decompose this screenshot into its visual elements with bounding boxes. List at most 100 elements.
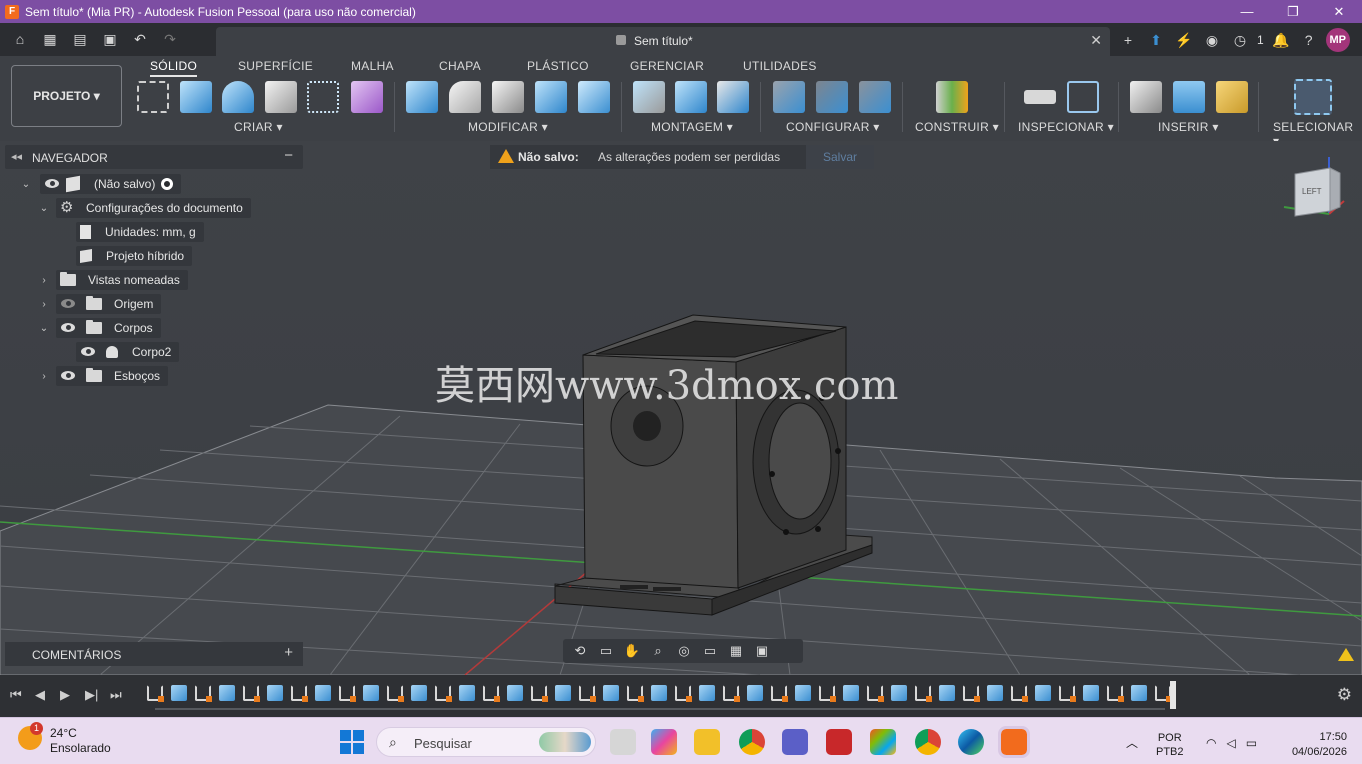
zoom-icon[interactable]: ⌕ xyxy=(647,643,669,659)
timeline-sketch-icon[interactable] xyxy=(1155,685,1172,702)
restore-button[interactable]: ❐ xyxy=(1270,0,1316,23)
bell-icon[interactable]: 🔔 xyxy=(1270,30,1292,50)
timeline-settings-icon[interactable]: ⚙ xyxy=(1337,685,1352,705)
timeline-extrude-icon[interactable] xyxy=(1083,685,1099,701)
timeline-extrude-icon[interactable] xyxy=(363,685,379,701)
timeline-extrude-icon[interactable] xyxy=(171,685,187,701)
timeline-sketch-icon[interactable] xyxy=(675,685,692,702)
online-status-icon[interactable]: ◉ xyxy=(1201,30,1223,50)
eye-hidden-icon[interactable] xyxy=(60,299,76,309)
inspect-group-label[interactable]: INSPECIONAR ▾ xyxy=(1018,120,1114,134)
chrome-icon[interactable] xyxy=(915,729,941,755)
new-component-assembly-icon[interactable] xyxy=(675,81,707,113)
timeline-extrude-icon[interactable] xyxy=(1035,685,1051,701)
timeline-sketch-icon[interactable] xyxy=(579,685,596,702)
close-window-button[interactable]: ✕ xyxy=(1316,0,1362,23)
tree-row-root[interactable]: ⌄ (Não salvo) xyxy=(20,174,182,194)
chevron-down-icon[interactable]: ⌄ xyxy=(38,203,50,214)
pattern-icon[interactable] xyxy=(307,81,339,113)
undo-icon[interactable]: ↶ xyxy=(130,29,150,49)
extrude-icon[interactable] xyxy=(180,81,212,113)
fusion-taskbar-icon[interactable] xyxy=(998,726,1030,758)
timeline-sketch-icon[interactable] xyxy=(723,685,740,702)
tab-plastico[interactable]: PLÁSTICO xyxy=(527,59,589,73)
timeline-extrude-icon[interactable] xyxy=(555,685,571,701)
modify-group-label[interactable]: MODIFICAR ▾ xyxy=(468,120,548,134)
timeline-sketch-icon[interactable] xyxy=(291,685,308,702)
taskbar-search[interactable]: ⌕ Pesquisar xyxy=(376,727,596,757)
timeline-extrude-icon[interactable] xyxy=(699,685,715,701)
combine-icon[interactable] xyxy=(535,81,567,113)
create-group-label[interactable]: CRIAR ▾ xyxy=(234,120,283,134)
timeline-marker[interactable] xyxy=(1170,681,1176,709)
task-view-icon[interactable] xyxy=(610,729,636,755)
start-button[interactable] xyxy=(340,730,364,754)
minimize-panel-button[interactable]: − xyxy=(284,147,293,164)
tab-chapa[interactable]: CHAPA xyxy=(439,59,481,73)
configure-model-icon[interactable] xyxy=(773,81,805,113)
configuration-table-icon[interactable] xyxy=(816,81,848,113)
tree-row-design-type[interactable]: Projeto híbrido xyxy=(76,246,193,266)
teams-icon[interactable] xyxy=(782,729,808,755)
display-settings-icon[interactable]: ▭ xyxy=(699,643,721,659)
chevron-right-icon[interactable]: › xyxy=(38,371,50,382)
pan-icon[interactable]: ✋ xyxy=(621,643,643,659)
minimize-button[interactable]: — xyxy=(1224,0,1270,23)
insert-mesh-icon[interactable] xyxy=(1216,81,1248,113)
timeline-extrude-icon[interactable] xyxy=(795,685,811,701)
project-workspace-button[interactable]: PROJETO ▾ xyxy=(11,65,122,127)
timeline-back-icon[interactable]: ◀ xyxy=(35,687,45,703)
grid-settings-icon[interactable]: ▦ xyxy=(725,643,747,659)
add-comment-button[interactable]: + xyxy=(284,644,293,661)
redo-icon[interactable]: ↷ xyxy=(160,29,180,49)
construct-group-label[interactable]: CONSTRUIR ▾ xyxy=(915,120,999,134)
create-sketch-icon[interactable] xyxy=(137,81,169,113)
help-icon[interactable]: ? xyxy=(1298,30,1320,50)
timeline-sketch-icon[interactable] xyxy=(1011,685,1028,702)
notifications-clock-icon[interactable]: ◷ xyxy=(1229,30,1251,50)
file-menu-icon[interactable]: ▤ xyxy=(70,29,90,49)
timeline-extrude-icon[interactable] xyxy=(603,685,619,701)
timeline-sketch-icon[interactable] xyxy=(915,685,932,702)
construct-plane-icon[interactable] xyxy=(936,81,968,113)
timeline-extrude-icon[interactable] xyxy=(459,685,475,701)
interference-icon[interactable] xyxy=(1067,81,1099,113)
configure-group-label[interactable]: CONFIGURAR ▾ xyxy=(786,120,880,134)
timeline-sketch-icon[interactable] xyxy=(1059,685,1076,702)
timeline-sketch-icon[interactable] xyxy=(963,685,980,702)
timeline-extrude-icon[interactable] xyxy=(267,685,283,701)
document-tab[interactable]: Sem título* ✕ xyxy=(216,27,1110,56)
file-explorer-icon[interactable] xyxy=(694,729,720,755)
timeline-extrude-icon[interactable] xyxy=(651,685,667,701)
close-tab-button[interactable]: ✕ xyxy=(1090,32,1102,49)
fit-icon[interactable]: ◎ xyxy=(673,643,695,659)
chevron-right-icon[interactable]: › xyxy=(38,275,50,286)
timeline-play-icon[interactable]: ▶ xyxy=(60,687,70,703)
insert-image-icon[interactable] xyxy=(1173,81,1205,113)
chevron-down-icon[interactable]: ⌄ xyxy=(38,323,50,334)
volume-icon[interactable]: ◁ xyxy=(1226,736,1235,750)
timeline-sketch-icon[interactable] xyxy=(1107,685,1124,702)
timeline-sketch-icon[interactable] xyxy=(147,685,164,702)
model-body-corpo2[interactable] xyxy=(554,314,873,616)
chevron-right-icon[interactable]: › xyxy=(38,299,50,310)
measure-icon[interactable] xyxy=(1024,90,1056,104)
timeline-sketch-icon[interactable] xyxy=(387,685,404,702)
timeline-sketch-icon[interactable] xyxy=(867,685,884,702)
tab-superficie[interactable]: SUPERFÍCIE xyxy=(238,59,313,73)
copilot-icon[interactable] xyxy=(651,729,677,755)
assembly-group-label[interactable]: MONTAGEM ▾ xyxy=(651,120,733,134)
3d-viewport[interactable]: LEFT 莫西网www.3dmox.com xyxy=(0,141,1362,675)
tab-solido[interactable]: SÓLIDO xyxy=(150,59,198,77)
wifi-icon[interactable]: ◠ xyxy=(1206,736,1216,750)
as-built-joint-icon[interactable] xyxy=(717,81,749,113)
joint-icon[interactable] xyxy=(633,81,665,113)
eye-icon[interactable] xyxy=(60,323,76,333)
browser-panel-header[interactable]: ◂◂ NAVEGADOR − xyxy=(5,145,303,169)
avatar[interactable]: MP xyxy=(1325,28,1350,52)
battery-icon[interactable]: ▭ xyxy=(1246,736,1257,750)
configure-rules-icon[interactable] xyxy=(859,81,891,113)
active-radio-icon[interactable] xyxy=(161,178,174,190)
viewports-icon[interactable]: ▣ xyxy=(751,643,773,659)
timeline-forward-icon[interactable]: ▶| xyxy=(85,687,98,703)
